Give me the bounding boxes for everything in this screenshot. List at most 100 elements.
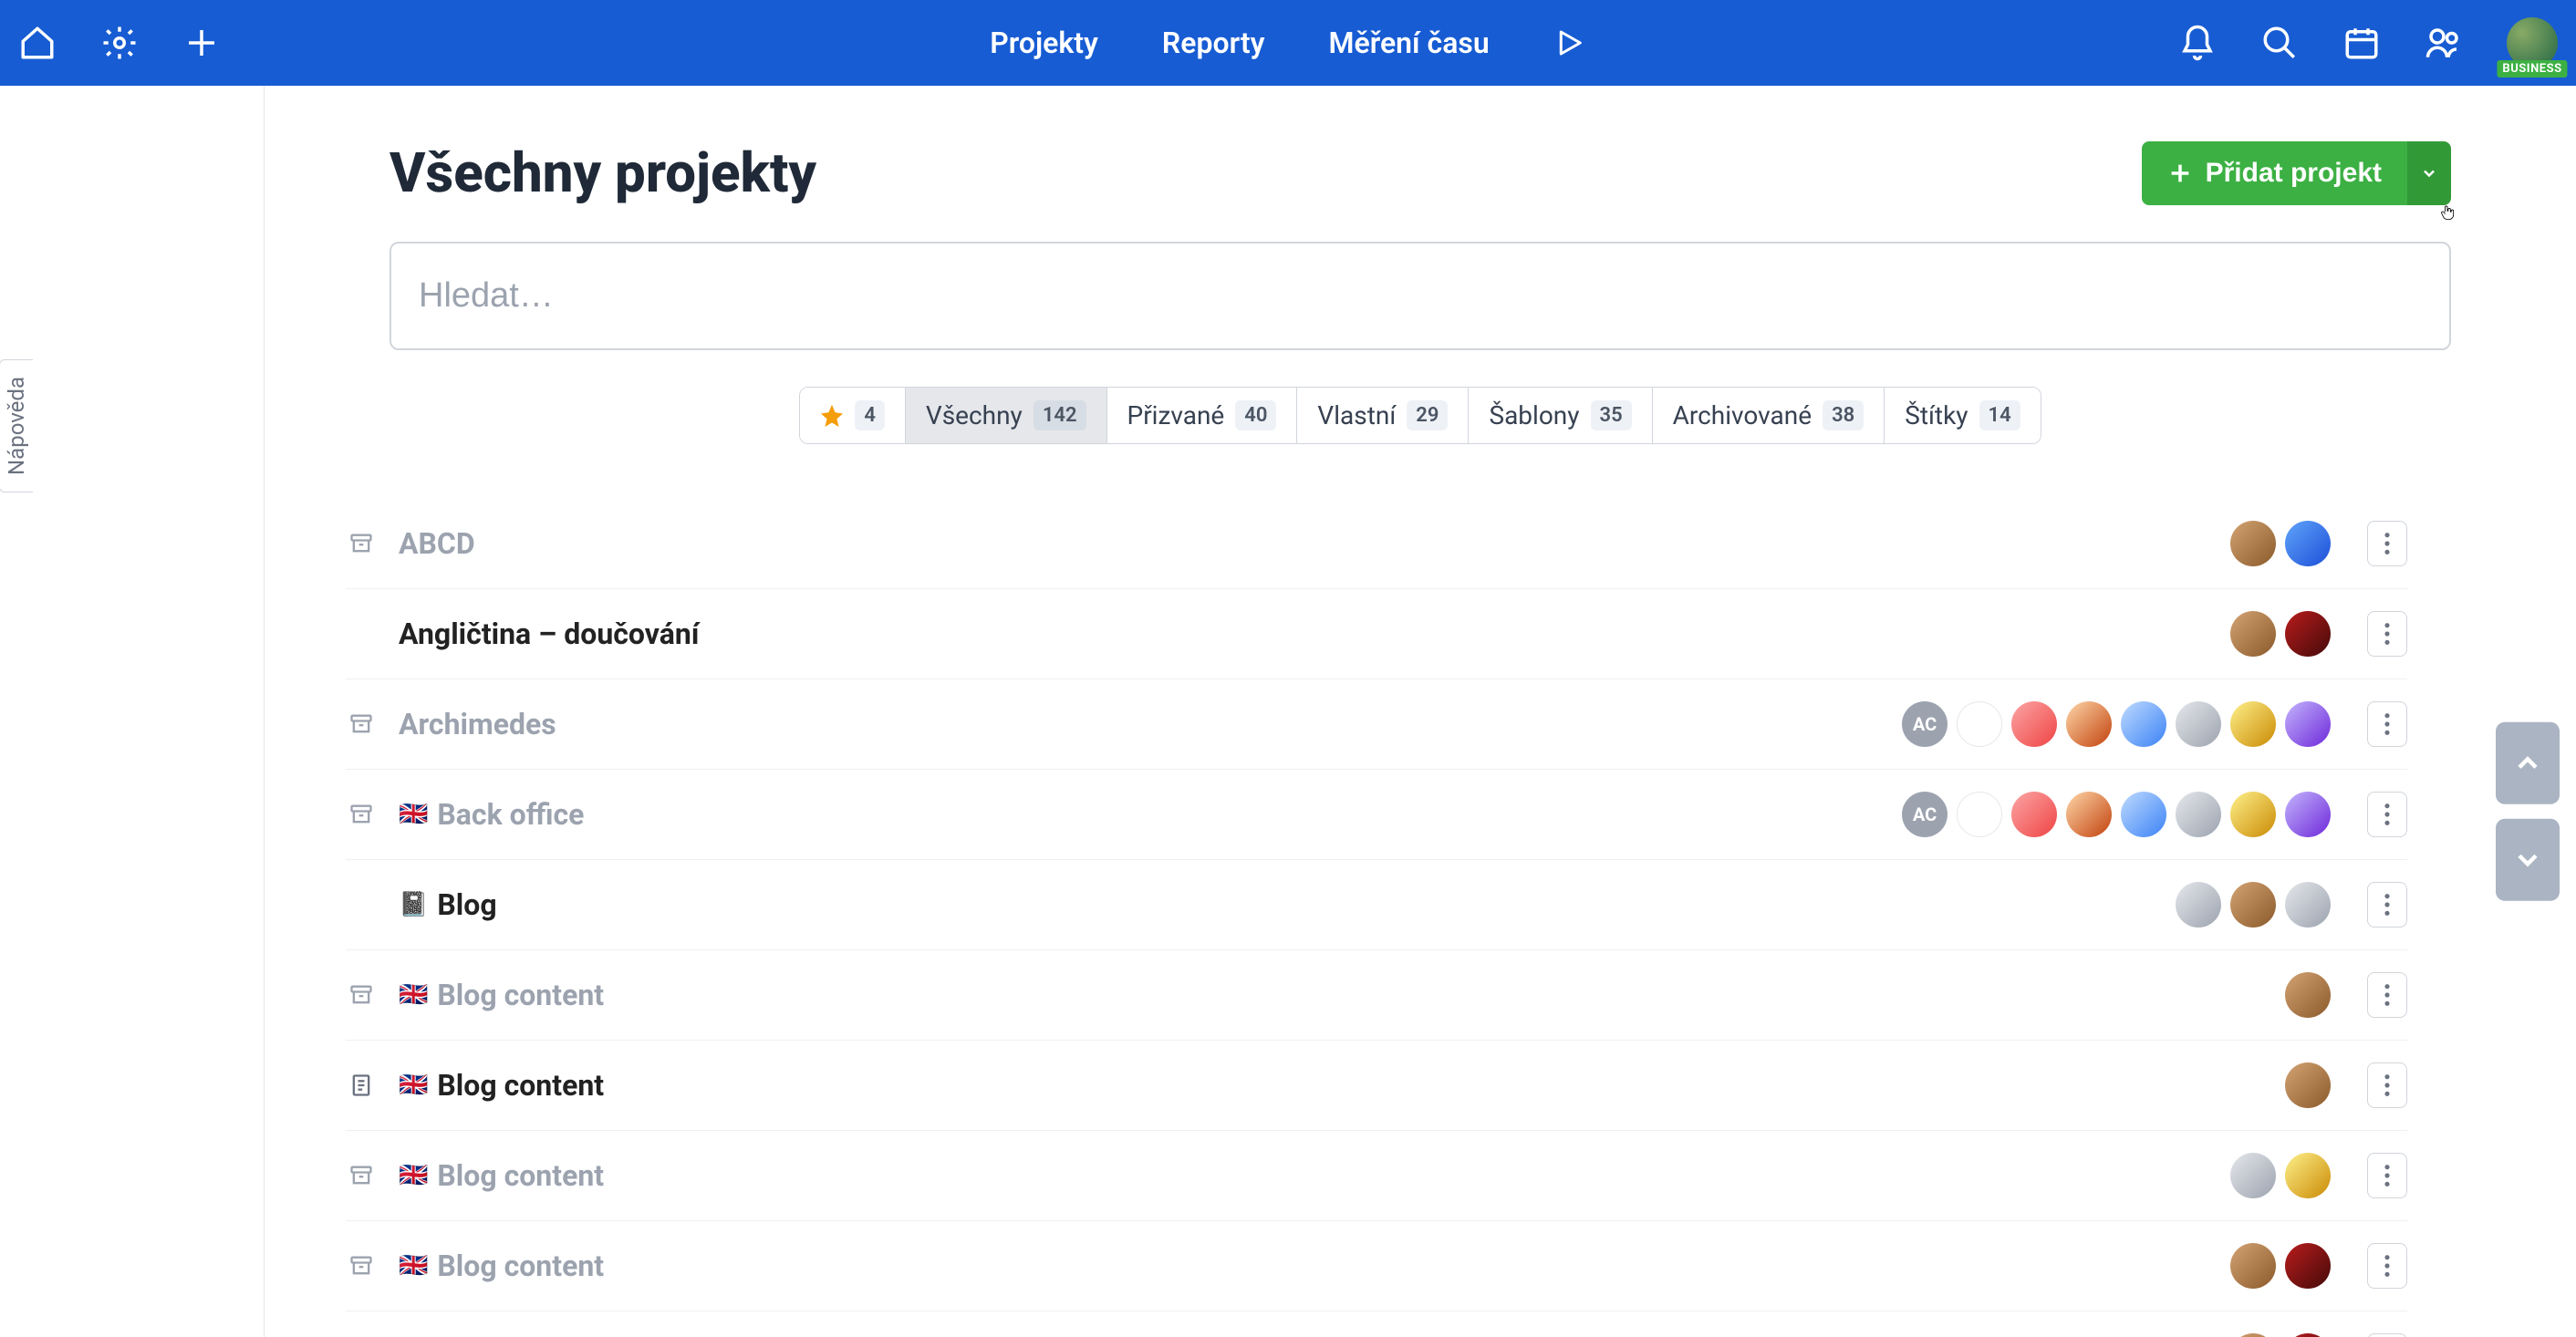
filter-tab-own[interactable]: Vlastní 29 (1297, 388, 1469, 443)
member-avatar[interactable] (2285, 1243, 2331, 1289)
calendar-icon[interactable] (2342, 24, 2381, 62)
row-more-button[interactable] (2367, 521, 2407, 566)
bell-icon[interactable] (2178, 24, 2217, 62)
member-avatar[interactable] (2121, 701, 2166, 747)
more-vertical-icon (2384, 982, 2391, 1008)
project-link[interactable]: Angličtina – doučování (399, 617, 2208, 651)
help-tab[interactable]: Nápověda (0, 359, 33, 492)
member-avatar[interactable] (2230, 521, 2276, 566)
play-icon[interactable] (1553, 26, 1586, 59)
member-avatar-initials[interactable]: AC (1902, 701, 1948, 747)
member-avatar[interactable] (2285, 1062, 2331, 1108)
member-avatar[interactable] (2285, 792, 2331, 837)
filter-tab-tags[interactable]: Štítky 14 (1885, 388, 2040, 443)
project-name-text: Blog (437, 887, 496, 922)
member-avatar[interactable] (2285, 972, 2331, 1018)
flag-gb-icon: 🇬🇧 (399, 981, 428, 1009)
project-row: Archimedes AC (346, 679, 2407, 770)
member-avatar[interactable] (2230, 1333, 2276, 1337)
project-link[interactable]: ABCD (399, 526, 2208, 561)
filter-tab-starred[interactable]: 4 (800, 388, 906, 443)
flag-gb-icon: 🇬🇧 (399, 1162, 428, 1189)
project-link[interactable]: 📓 Blog (399, 887, 2154, 922)
home-icon[interactable] (18, 24, 57, 62)
filter-tab-templates[interactable]: Šablony 35 (1469, 388, 1652, 443)
filter-tab-invited[interactable]: Přizvané 40 (1107, 388, 1298, 443)
flag-gb-icon: 🇬🇧 (399, 1072, 428, 1099)
add-project-dropdown-button[interactable] (2407, 141, 2451, 205)
filter-label-own: Vlastní (1317, 400, 1396, 430)
search-icon[interactable] (2260, 24, 2299, 62)
row-more-button[interactable] (2367, 1062, 2407, 1108)
account-badge: BUSINESS (2497, 60, 2567, 78)
filter-label-invited: Přizvané (1127, 400, 1225, 430)
add-project-button-group: Přidat projekt (2142, 141, 2451, 205)
main-content: Všechny projekty Přidat projekt (265, 86, 2576, 1337)
nav-link-reports[interactable]: Reporty (1162, 26, 1265, 60)
scroll-down-button[interactable] (2496, 819, 2560, 901)
member-avatar[interactable] (2176, 882, 2221, 928)
filter-count-all: 142 (1034, 400, 1086, 430)
project-link[interactable]: 🇬🇧 Blog content (399, 1249, 2208, 1283)
member-avatar[interactable] (2285, 521, 2331, 566)
row-more-button[interactable] (2367, 1153, 2407, 1198)
people-icon[interactable] (2425, 24, 2463, 62)
project-members (2230, 1333, 2331, 1337)
project-link[interactable]: 🇬🇧 Blog content (399, 1068, 2263, 1103)
member-avatar[interactable] (2230, 1153, 2276, 1198)
member-avatar[interactable] (2285, 882, 2331, 928)
avatar[interactable]: BUSINESS (2507, 17, 2558, 68)
project-link[interactable]: 🇬🇧 Blog content (399, 978, 2263, 1012)
member-avatar[interactable] (2176, 792, 2221, 837)
row-more-button[interactable] (2367, 611, 2407, 657)
star-icon (820, 404, 844, 428)
project-link[interactable]: 🇬🇧 Back office (399, 797, 1880, 832)
member-avatar[interactable] (2176, 701, 2221, 747)
project-members (2230, 1153, 2331, 1198)
member-avatar[interactable] (2230, 701, 2276, 747)
member-avatar[interactable] (2066, 701, 2112, 747)
member-avatar[interactable] (2121, 792, 2166, 837)
project-row: 📓 Blog (346, 860, 2407, 950)
member-avatar[interactable] (2011, 701, 2057, 747)
nav-link-projects[interactable]: Projekty (990, 26, 1098, 60)
row-more-button[interactable] (2367, 701, 2407, 747)
member-avatar[interactable] (2230, 611, 2276, 657)
member-avatar[interactable] (2230, 882, 2276, 928)
topbar: Projekty Reporty Měření času BUSINESS (0, 0, 2576, 86)
member-avatar[interactable] (2285, 701, 2331, 747)
filter-label-tags: Štítky (1905, 400, 1968, 430)
row-more-button[interactable] (2367, 792, 2407, 837)
project-row: ABCD (346, 499, 2407, 589)
member-avatar[interactable] (2230, 792, 2276, 837)
member-avatar[interactable] (2011, 792, 2057, 837)
project-members: AC (1902, 792, 2331, 837)
more-vertical-icon (2384, 621, 2391, 647)
row-more-button[interactable] (2367, 1333, 2407, 1337)
member-avatar-initials[interactable]: AC (1902, 792, 1948, 837)
project-link[interactable]: 🇬🇧 Blog content (399, 1158, 2208, 1193)
chevron-down-icon (2511, 844, 2544, 876)
search-input[interactable] (390, 242, 2451, 350)
filter-label-archived: Archivované (1673, 400, 1812, 430)
gear-icon[interactable] (100, 24, 139, 62)
scroll-up-button[interactable] (2496, 722, 2560, 804)
add-project-button[interactable]: Přidat projekt (2142, 141, 2407, 205)
filter-tab-all[interactable]: Všechny 142 (906, 388, 1107, 443)
row-more-button[interactable] (2367, 1243, 2407, 1289)
member-avatar[interactable] (2230, 1243, 2276, 1289)
plus-icon[interactable] (182, 24, 221, 62)
filter-count-archived: 38 (1823, 400, 1864, 430)
member-avatar[interactable] (1957, 701, 2002, 747)
filter-count-tags: 14 (1979, 400, 2020, 430)
member-avatar[interactable] (2066, 792, 2112, 837)
row-more-button[interactable] (2367, 882, 2407, 928)
row-more-button[interactable] (2367, 972, 2407, 1018)
member-avatar[interactable] (2285, 1333, 2331, 1337)
project-link[interactable]: Archimedes (399, 707, 1880, 741)
nav-link-timetracking[interactable]: Měření času (1329, 26, 1490, 60)
member-avatar[interactable] (2285, 1153, 2331, 1198)
filter-tab-archived[interactable]: Archivované 38 (1653, 388, 1885, 443)
member-avatar[interactable] (2285, 611, 2331, 657)
member-avatar[interactable] (1957, 792, 2002, 837)
